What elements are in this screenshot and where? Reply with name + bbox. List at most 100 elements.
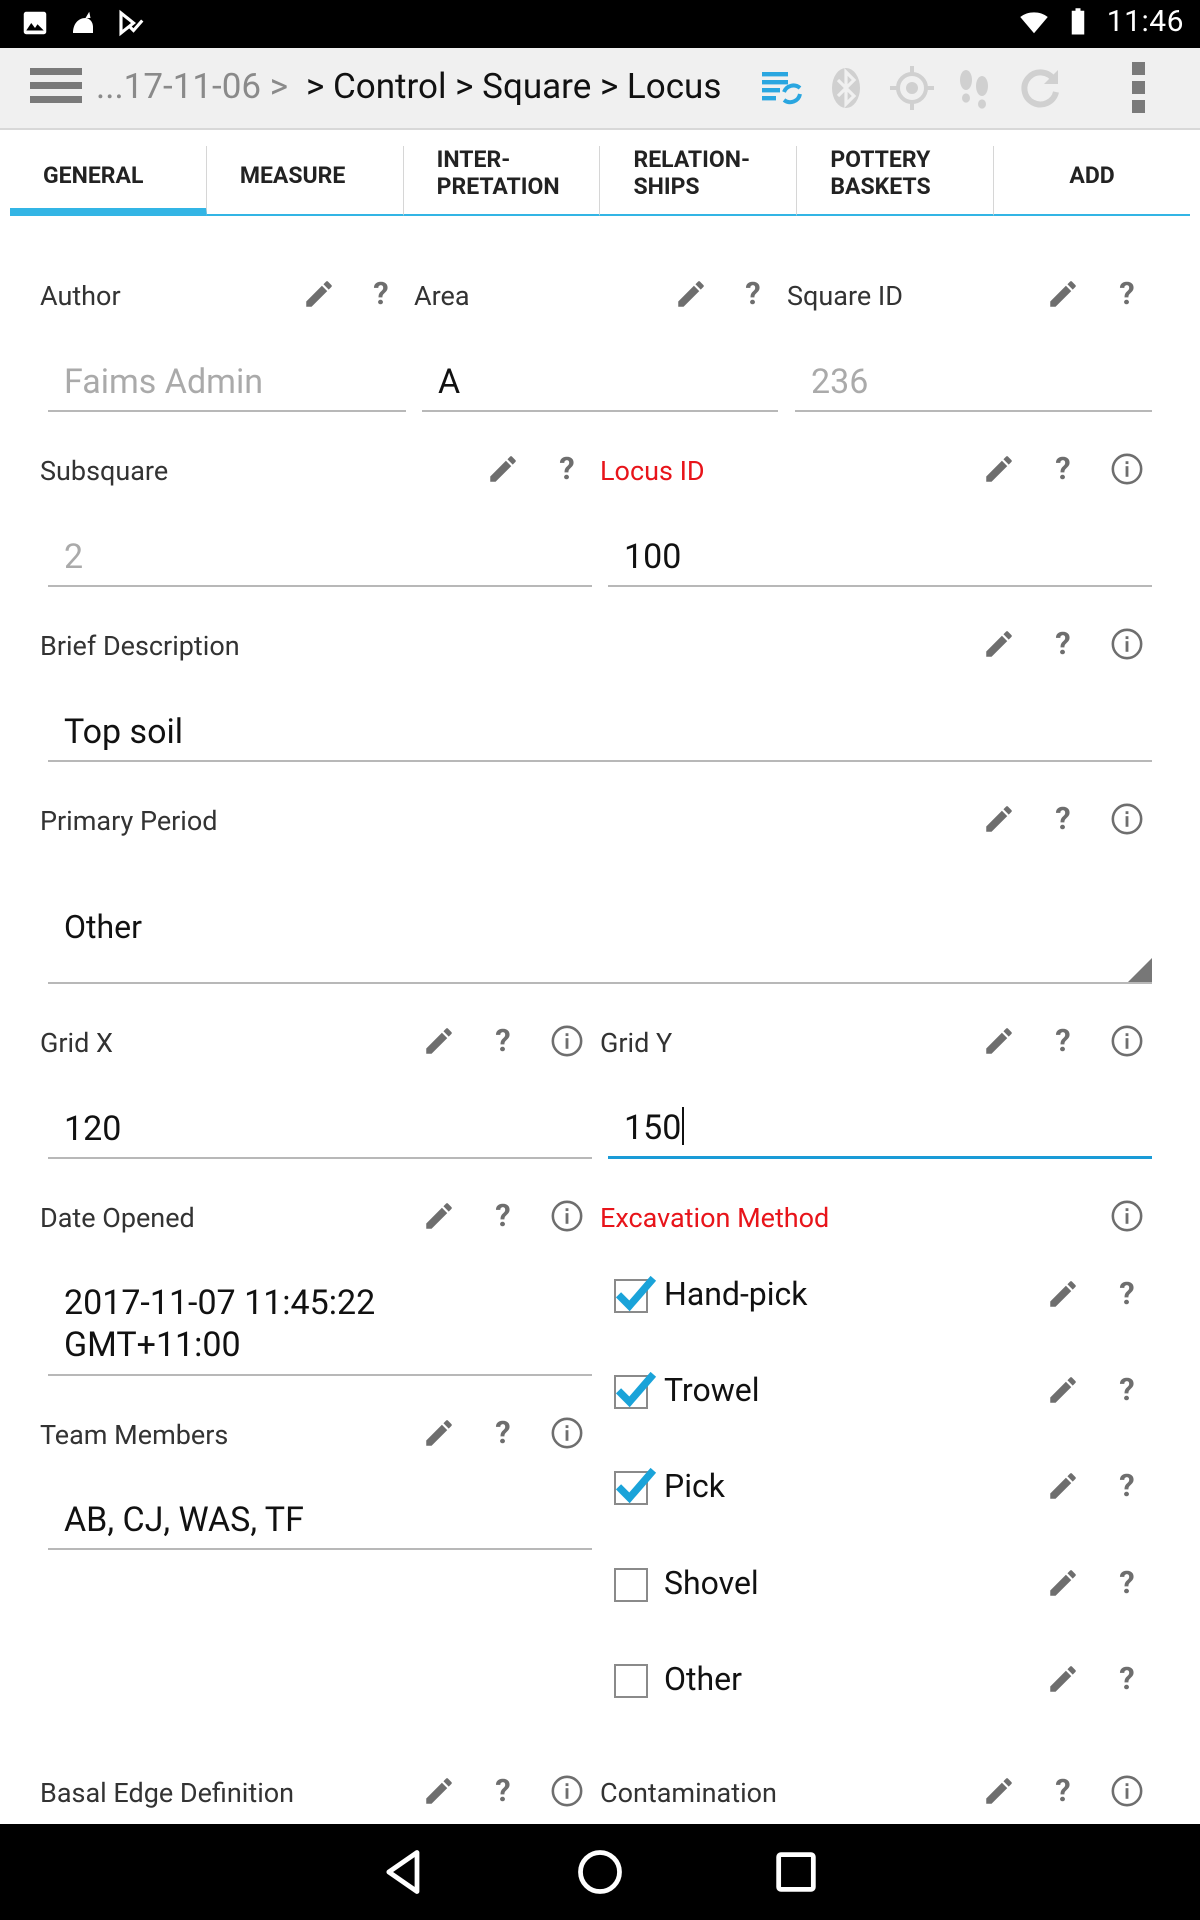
help-icon[interactable]: ?	[1048, 1023, 1078, 1059]
team-members-label: Team Members	[40, 1419, 229, 1451]
pencil-icon[interactable]	[302, 277, 336, 311]
wifi-icon	[1020, 11, 1048, 33]
checkbox-trowel[interactable]	[614, 1375, 648, 1409]
author-label: Author	[40, 280, 121, 312]
info-icon[interactable]	[550, 1199, 584, 1233]
help-icon[interactable]: ?	[738, 276, 768, 312]
help-icon[interactable]: ?	[488, 1198, 518, 1234]
pencil-icon[interactable]	[982, 1024, 1016, 1058]
help-icon[interactable]: ?	[1112, 1661, 1142, 1697]
tab-label: INTER- PRETATION	[436, 146, 560, 200]
info-icon[interactable]	[550, 1024, 584, 1058]
checkbox-other[interactable]	[614, 1664, 648, 1698]
pencil-icon[interactable]	[1046, 1373, 1080, 1407]
cat-icon	[73, 11, 93, 33]
info-icon[interactable]	[1110, 1199, 1144, 1233]
breadcrumb-prefix[interactable]: ...17-11-06 >	[96, 66, 288, 107]
help-icon[interactable]: ?	[552, 451, 582, 487]
help-icon[interactable]: ?	[1048, 1773, 1078, 1809]
pencil-icon[interactable]	[982, 627, 1016, 661]
pencil-icon[interactable]	[422, 1774, 456, 1808]
pencil-icon[interactable]	[422, 1024, 456, 1058]
help-icon[interactable]: ?	[1048, 801, 1078, 837]
help-icon[interactable]: ?	[1112, 1276, 1142, 1312]
checkbox-pick[interactable]	[614, 1471, 648, 1505]
back-icon[interactable]	[378, 1846, 430, 1898]
menu-icon[interactable]	[30, 68, 82, 110]
checkbox-label[interactable]: Trowel	[664, 1371, 760, 1409]
help-icon[interactable]: ?	[488, 1023, 518, 1059]
tab-measure[interactable]: MEASURE	[206, 146, 404, 216]
author-value: Faims Admin	[64, 362, 264, 402]
help-icon[interactable]: ?	[1112, 276, 1142, 312]
date-opened-field[interactable]: 2017-11-07 11:45:22 GMT+11:00	[48, 1270, 592, 1376]
help-icon[interactable]: ?	[488, 1773, 518, 1809]
checkbox-row-hand-pick: Hand-pick ?	[614, 1271, 1174, 1321]
info-icon[interactable]	[1110, 802, 1144, 836]
tab-relationships[interactable]: RELATION- SHIPS	[600, 146, 798, 216]
brief-description-label: Brief Description	[40, 630, 240, 662]
status-bar: 11:46	[0, 0, 1200, 48]
tab-label: GENERAL	[43, 162, 144, 189]
tab-label: RELATION- SHIPS	[633, 146, 751, 200]
gps-icon[interactable]	[888, 64, 936, 112]
info-icon[interactable]	[550, 1774, 584, 1808]
info-icon[interactable]	[1110, 627, 1144, 661]
tab-add[interactable]: ADD	[994, 146, 1190, 216]
pencil-icon[interactable]	[982, 802, 1016, 836]
recents-icon[interactable]	[770, 1846, 822, 1898]
brief-description-field[interactable]: Top soil	[48, 702, 1152, 762]
tab-interpretation[interactable]: INTER- PRETATION	[403, 146, 601, 216]
help-icon[interactable]: ?	[1048, 626, 1078, 662]
pencil-icon[interactable]	[422, 1199, 456, 1233]
primary-period-select[interactable]: Other	[48, 890, 1152, 984]
grid-y-value: 150	[624, 1108, 682, 1148]
grid-x-label: Grid X	[40, 1027, 113, 1059]
help-icon[interactable]: ?	[1112, 1468, 1142, 1504]
primary-period-value: Other	[64, 908, 142, 946]
square-id-label: Square ID	[787, 280, 903, 312]
square-id-field: 236	[795, 352, 1152, 412]
help-icon[interactable]: ?	[488, 1415, 518, 1451]
checkbox-label[interactable]: Other	[664, 1660, 742, 1698]
pencil-icon[interactable]	[674, 277, 708, 311]
info-icon[interactable]	[1110, 1024, 1144, 1058]
pencil-icon[interactable]	[1046, 1469, 1080, 1503]
pencil-icon[interactable]	[486, 452, 520, 486]
pencil-icon[interactable]	[982, 1774, 1016, 1808]
checkbox-hand-pick[interactable]	[614, 1279, 648, 1313]
bluetooth-icon[interactable]	[822, 64, 870, 112]
help-icon[interactable]: ?	[366, 276, 396, 312]
checkbox-label[interactable]: Pick	[664, 1467, 725, 1505]
date-opened-label: Date Opened	[40, 1202, 195, 1234]
help-icon[interactable]: ?	[1112, 1372, 1142, 1408]
tab-general[interactable]: GENERAL	[10, 146, 207, 216]
home-icon[interactable]	[574, 1846, 626, 1898]
footsteps-icon[interactable]	[950, 64, 998, 112]
sync-list-icon[interactable]	[758, 64, 806, 112]
info-icon[interactable]	[550, 1416, 584, 1450]
info-icon[interactable]	[1110, 1774, 1144, 1808]
tab-bar: GENERAL MEASURE INTER- PRETATION RELATIO…	[10, 146, 1190, 216]
grid-x-field[interactable]: 120	[48, 1099, 592, 1159]
area-field[interactable]: A	[422, 352, 778, 412]
locus-id-field[interactable]: 100	[608, 527, 1152, 587]
checkbox-label[interactable]: Shovel	[664, 1564, 759, 1602]
tab-label: MEASURE	[239, 162, 346, 189]
tab-pottery-baskets[interactable]: POTTERY BASKETS	[797, 146, 995, 216]
checkbox-shovel[interactable]	[614, 1568, 648, 1602]
pencil-icon[interactable]	[1046, 1277, 1080, 1311]
checkbox-label[interactable]: Hand-pick	[664, 1275, 808, 1313]
pencil-icon[interactable]	[1046, 1662, 1080, 1696]
pencil-icon[interactable]	[422, 1416, 456, 1450]
help-icon[interactable]: ?	[1048, 451, 1078, 487]
pencil-icon[interactable]	[1046, 277, 1080, 311]
overflow-menu-icon[interactable]	[1132, 62, 1148, 116]
pencil-icon[interactable]	[1046, 1566, 1080, 1600]
team-members-field[interactable]: AB, CJ, WAS, TF	[48, 1490, 592, 1550]
refresh-icon[interactable]	[1016, 64, 1064, 112]
pencil-icon[interactable]	[982, 452, 1016, 486]
grid-y-field[interactable]: 150	[608, 1099, 1152, 1159]
info-icon[interactable]	[1110, 452, 1144, 486]
help-icon[interactable]: ?	[1112, 1565, 1142, 1601]
